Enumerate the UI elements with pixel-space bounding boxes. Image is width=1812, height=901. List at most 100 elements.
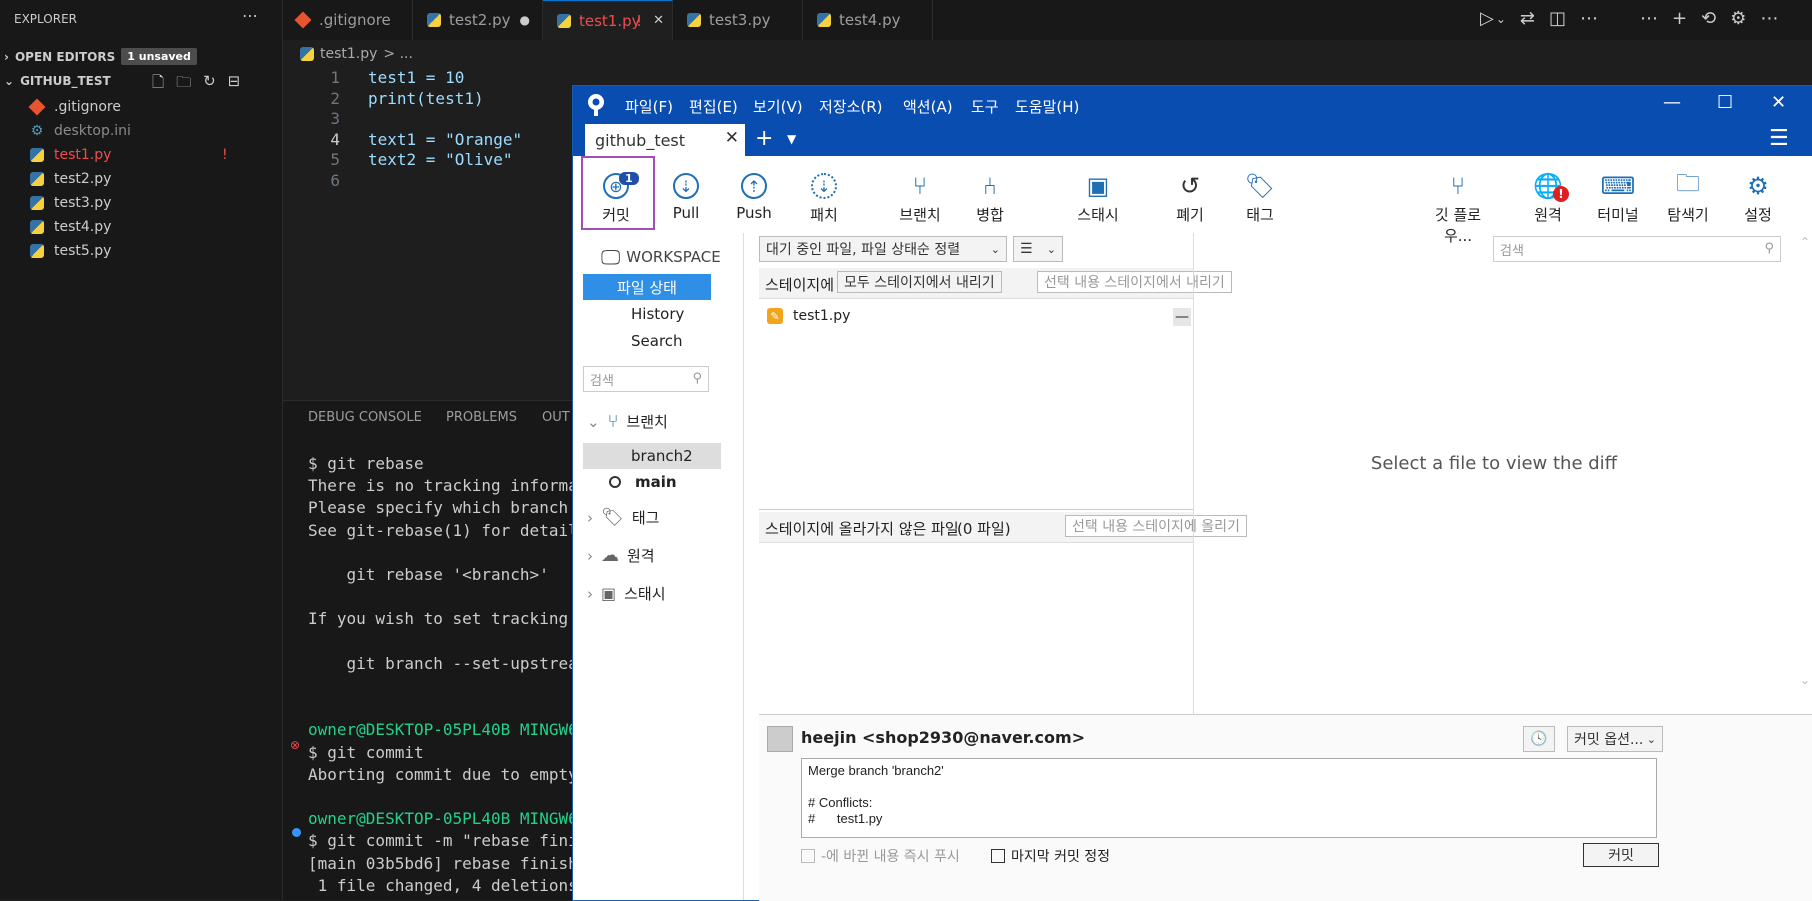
split-editor-icon[interactable]: ◫ bbox=[1549, 8, 1566, 29]
close-icon[interactable]: ✕ bbox=[653, 13, 664, 28]
branch-item-branch2[interactable]: branch2 bbox=[583, 443, 721, 469]
commit-message-input[interactable]: Merge branch 'branch2' # Conflicts: # te… bbox=[801, 758, 1657, 838]
file-item[interactable]: ⚙ desktop.ini bbox=[28, 118, 268, 144]
toolbar-push-button[interactable]: ⇡ Push bbox=[719, 168, 789, 222]
menu-item[interactable]: 편집(E) bbox=[689, 96, 738, 117]
commit-author[interactable]: heejin <shop2930@naver.com> bbox=[801, 728, 1085, 747]
file-item[interactable]: test3.py bbox=[28, 190, 268, 216]
menu-item[interactable]: 파일(F) bbox=[625, 96, 673, 117]
plus-icon[interactable]: + bbox=[1672, 8, 1687, 29]
branches-heading[interactable]: ⌄ ⑂ 브랜치 bbox=[587, 411, 668, 432]
sidebar-item-file-status[interactable]: 파일 상태 bbox=[583, 274, 711, 300]
code-line[interactable]: test1 = 10 bbox=[368, 68, 464, 87]
tab-test1py[interactable]: test1.py! ✕ bbox=[543, 0, 673, 40]
menu-item[interactable]: 도구 bbox=[971, 96, 999, 117]
search-icon: ⚲ bbox=[692, 371, 702, 386]
amend-checkbox[interactable]: 마지막 커밋 정정 bbox=[991, 846, 1110, 866]
commit-options-dropdown[interactable]: 커밋 옵션... ⌄ bbox=[1567, 726, 1663, 752]
close-icon[interactable]: ✕ bbox=[1771, 92, 1786, 113]
sidebar-item-history[interactable]: History bbox=[631, 305, 684, 323]
history-icon[interactable]: ⟲ bbox=[1701, 8, 1716, 29]
unstage-all-button[interactable]: 모두 스테이지에서 내리기 bbox=[837, 271, 1002, 293]
file-item[interactable]: test4.py bbox=[28, 214, 268, 240]
explorer-icon: 🗀 bbox=[1676, 168, 1700, 197]
toolbar-explorer-button[interactable]: 🗀 탐색기 bbox=[1653, 168, 1723, 225]
remotes-heading[interactable]: › ☁ 원격 bbox=[587, 545, 655, 566]
chevron-down-icon[interactable]: ▼ bbox=[787, 132, 796, 146]
tab-test3py[interactable]: test3.py bbox=[673, 0, 803, 40]
unstage-file-icon[interactable]: — bbox=[1173, 308, 1191, 326]
repo-tab[interactable]: github_test ✕ bbox=[585, 124, 745, 156]
sidebar-search-input[interactable]: 검색 ⚲ bbox=[583, 366, 709, 392]
branch-item-main[interactable]: main bbox=[609, 473, 677, 491]
file-name: test2.py bbox=[54, 171, 112, 187]
code-line[interactable]: text2 = "Olive" bbox=[368, 150, 513, 169]
toolbar-fetch-button[interactable]: ⇣ 패치 bbox=[789, 168, 859, 225]
tab-test2py[interactable]: test2.py ● bbox=[413, 0, 543, 40]
compare-icon[interactable]: ⇄ bbox=[1520, 8, 1535, 29]
terminal-line: $ git commit -m "rebase finis bbox=[308, 831, 588, 851]
tab-test4py[interactable]: test4.py bbox=[803, 0, 933, 40]
toolbar-merge-button[interactable]: ⑃ 병합 bbox=[955, 168, 1025, 225]
info-dot-icon bbox=[292, 828, 301, 837]
sort-dropdown[interactable]: 대기 중인 파일, 파일 상태순 정렬 ⌄ bbox=[759, 236, 1007, 262]
more-icon[interactable]: ⋯ bbox=[1640, 8, 1658, 29]
merge-icon: ⑃ bbox=[982, 172, 998, 200]
code-line[interactable]: print(test1) bbox=[368, 89, 484, 108]
push-now-checkbox[interactable]: -에 바뀐 내용 즉시 푸시 bbox=[801, 846, 960, 866]
toolbar-settings-button[interactable]: ⚙ 설정 bbox=[1723, 168, 1793, 225]
breadcrumb-rest[interactable]: > ... bbox=[383, 46, 413, 62]
toolbar-stash-button[interactable]: ▣ 스태시 bbox=[1063, 168, 1133, 225]
stashes-heading[interactable]: › ▣ 스태시 bbox=[587, 583, 666, 604]
toolbar-label: 폐기 bbox=[1176, 206, 1204, 224]
add-tab-icon[interactable]: + bbox=[755, 126, 773, 151]
python-icon bbox=[300, 47, 314, 61]
run-icon[interactable]: ▷ bbox=[1480, 8, 1494, 29]
more-icon[interactable]: ⋯ bbox=[1580, 8, 1598, 29]
menu-item[interactable]: 저장소(R) bbox=[819, 96, 883, 117]
more-icon[interactable]: ⋯ bbox=[1760, 8, 1778, 29]
more-icon[interactable]: ⋯ bbox=[242, 6, 258, 25]
view-options-dropdown[interactable]: ☰ ⌄ bbox=[1013, 236, 1063, 262]
stash-icon: ▣ bbox=[1086, 172, 1110, 200]
toolbar-tag-button[interactable]: 🏷 태그 bbox=[1225, 168, 1295, 225]
toolbar-discard-button[interactable]: ↺ 폐기 bbox=[1155, 168, 1225, 225]
history-icon[interactable]: 🕓 bbox=[1523, 726, 1555, 752]
maximize-icon[interactable]: ☐ bbox=[1717, 92, 1733, 113]
tags-heading[interactable]: › 🏷 태그 bbox=[587, 507, 659, 528]
file-item[interactable]: test5.py bbox=[28, 238, 268, 264]
sidebar-item-search[interactable]: Search bbox=[631, 332, 683, 350]
tab-debug-console[interactable]: DEBUG CONSOLE bbox=[308, 410, 422, 425]
gear-icon[interactable]: ⚙ bbox=[1730, 8, 1746, 29]
staged-file-row[interactable]: ✎ test1.py bbox=[767, 308, 850, 324]
menu-item[interactable]: 보기(V) bbox=[753, 96, 803, 117]
toolbar-pull-button[interactable]: ⇣ Pull bbox=[651, 168, 721, 222]
menu-item[interactable]: 도움말(H) bbox=[1015, 96, 1079, 117]
tab-problems[interactable]: PROBLEMS bbox=[446, 410, 517, 425]
toolbar-remote-button[interactable]: 🌐! 원격 bbox=[1513, 168, 1583, 225]
chevron-down-icon[interactable]: ⌄ bbox=[1496, 12, 1506, 29]
diff-placeholder: Select a file to view the diff bbox=[1370, 452, 1618, 474]
minimize-icon[interactable]: — bbox=[1663, 92, 1681, 113]
toolbar-commit-button[interactable]: ⊕ 1 커밋 bbox=[581, 168, 651, 225]
open-editors-section[interactable]: › OPEN EDITORS 1 unsaved bbox=[4, 48, 197, 65]
close-icon[interactable]: ✕ bbox=[725, 128, 739, 148]
file-item[interactable]: test1.py! bbox=[28, 142, 268, 168]
scroll-down-icon[interactable]: ⌄ bbox=[1800, 673, 1810, 687]
unstaged-header-label: 스테이지에 올라가지 않은 파일 bbox=[765, 520, 959, 538]
commit-button[interactable]: 커밋 bbox=[1583, 843, 1659, 867]
file-item[interactable]: .gitignore bbox=[28, 94, 268, 120]
fetch-icon: ⇣ bbox=[811, 173, 837, 199]
file-item[interactable]: test2.py bbox=[28, 166, 268, 192]
code-line[interactable]: text1 = "Orange" bbox=[368, 130, 522, 149]
folder-section[interactable]: ⌄ GITHUB_TEST bbox=[4, 74, 111, 88]
toolbar-branch-button[interactable]: ⑂ 브랜치 bbox=[885, 168, 955, 225]
scroll-up-icon[interactable]: ⌃ bbox=[1800, 235, 1810, 249]
menu-item[interactable]: 액션(A) bbox=[903, 96, 953, 117]
dirty-icon[interactable]: ● bbox=[520, 13, 530, 27]
hamburger-icon[interactable]: ☰ bbox=[1769, 126, 1789, 151]
tab-gitignore[interactable]: .gitignore bbox=[283, 0, 413, 40]
breadcrumb-file[interactable]: test1.py bbox=[320, 46, 377, 62]
toolbar-terminal-button[interactable]: ⌨ 터미널 bbox=[1583, 168, 1653, 225]
tab-output[interactable]: OUT bbox=[542, 410, 570, 425]
